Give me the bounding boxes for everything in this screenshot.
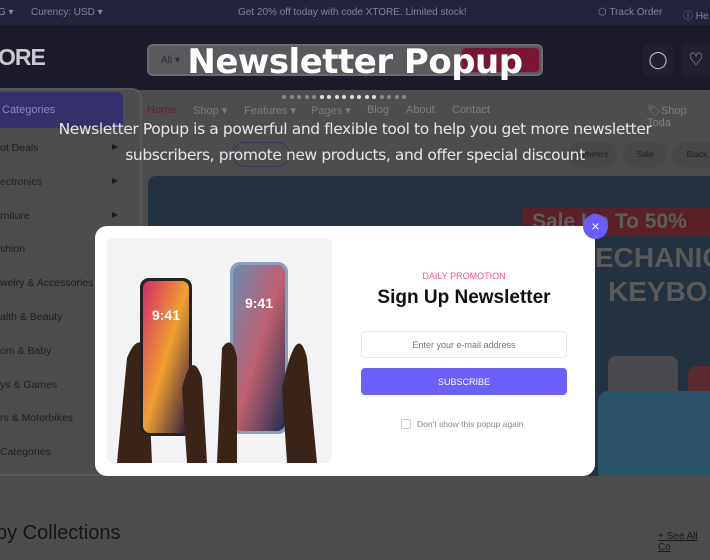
slider-dot[interactable]	[319, 95, 324, 99]
nav-item[interactable]: About	[406, 104, 435, 116]
banner-headline: ECHANICAL	[595, 242, 710, 273]
slider-dot[interactable]	[379, 95, 384, 99]
currency-select[interactable]: Curency: USD ▾	[31, 7, 103, 18]
chevron-right-icon: ▶	[111, 209, 118, 219]
top-bar: G ▾ Curency: USD ▾ Get 20% off today wit…	[0, 0, 710, 25]
info-icon: ⓘ	[683, 11, 696, 22]
slider-dot[interactable]	[304, 95, 309, 99]
chevron-right-icon: ▶	[111, 175, 118, 185]
newsletter-popup: 9:41 9:41 DAILY PROMOTION Sign Up Newsle…	[95, 226, 595, 476]
slider-dot[interactable]	[334, 95, 339, 99]
slider-dot[interactable]	[364, 95, 369, 99]
help-link[interactable]: ⓘ He	[683, 7, 709, 22]
language-select[interactable]: G ▾	[0, 7, 14, 18]
popup-eyebrow: DAILY PROMOTION	[422, 271, 506, 281]
nav-item[interactable]: Blog	[367, 104, 389, 116]
overlay-description: Newsletter Popup is a powerful and flexi…	[58, 120, 652, 164]
slider-dot[interactable]	[372, 95, 376, 99]
slider-dot[interactable]	[289, 95, 294, 99]
slider-dot[interactable]	[297, 95, 301, 99]
slider-dot[interactable]	[282, 95, 286, 99]
phone-time: 9:41	[245, 295, 273, 311]
nav-item[interactable]: Contact	[452, 104, 490, 116]
slider-dot[interactable]	[394, 95, 399, 99]
slider-dot[interactable]	[349, 95, 354, 99]
promo-text: Get 20% off today with code XTORE. Limit…	[238, 7, 467, 18]
see-all-link[interactable]: + See All Co	[658, 531, 710, 553]
overlay-title: Newsletter Popup	[187, 42, 523, 82]
dont-show-checkbox[interactable]	[401, 419, 411, 429]
slider-dots	[282, 95, 406, 99]
email-input[interactable]	[361, 331, 567, 358]
subscribe-button[interactable]: SUBSCRIBE	[361, 368, 567, 395]
keycap	[598, 391, 710, 476]
sidebar-category-item[interactable]: ectronics ▶	[0, 176, 122, 188]
slider-dot[interactable]	[327, 95, 331, 99]
slider-dot[interactable]	[402, 95, 406, 99]
slider-dot[interactable]	[312, 95, 316, 99]
phones-image: 9:41 9:41	[107, 238, 332, 463]
dont-show-label[interactable]: Don't show this popup again	[417, 419, 524, 429]
slider-dot[interactable]	[357, 95, 361, 99]
section-title: by Collections	[0, 522, 121, 544]
box-icon: ⬡	[598, 7, 610, 18]
banner-headline-2: KEYBOARD	[608, 276, 710, 307]
sidebar-category-item[interactable]: rniture ▶	[0, 210, 122, 222]
phone-time: 9:41	[152, 307, 180, 323]
nav-item[interactable]: Home	[147, 104, 176, 116]
popup-title: Sign Up Newsletter	[377, 287, 551, 308]
slider-dot[interactable]	[387, 95, 391, 99]
close-icon[interactable]: ×	[583, 214, 608, 239]
track-order-link[interactable]: ⬡ Track Order	[598, 7, 662, 18]
slider-dot[interactable]	[342, 95, 346, 99]
